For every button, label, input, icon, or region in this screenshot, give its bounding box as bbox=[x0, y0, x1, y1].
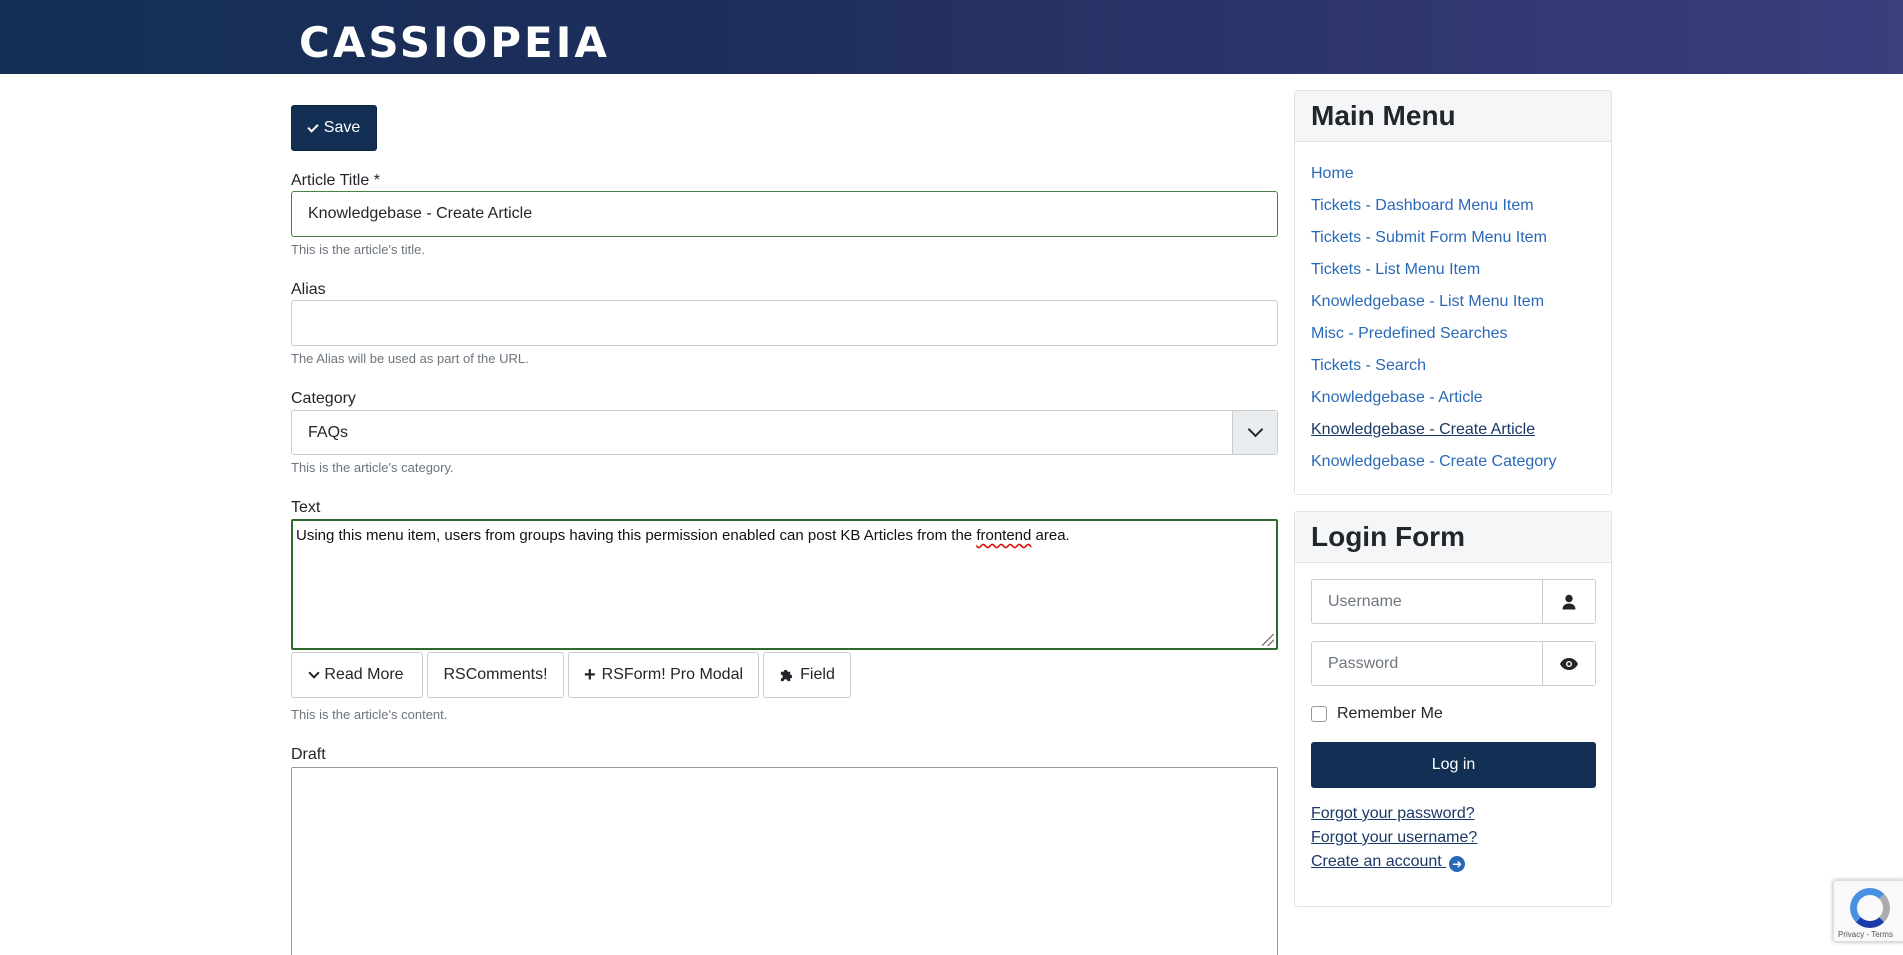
menu-link-tickets-list[interactable]: Tickets - List Menu Item bbox=[1311, 261, 1480, 279]
create-account-link[interactable]: Create an account ➜ bbox=[1311, 853, 1466, 872]
puzzle-icon bbox=[781, 669, 793, 681]
title-input-value: Knowledgebase - Create Article bbox=[308, 205, 533, 222]
main-menu-list: Home Tickets - Dashboard Menu Item Ticke… bbox=[1295, 142, 1611, 478]
login-form-card: Login Form Username Password Remember Me… bbox=[1294, 511, 1612, 907]
alias-label: Alias bbox=[291, 281, 326, 298]
menu-item: Knowledgebase - Create Article bbox=[1311, 414, 1595, 446]
forgot-username-link[interactable]: Forgot your username? bbox=[1311, 829, 1477, 847]
username-field[interactable]: Username bbox=[1311, 579, 1596, 624]
save-button[interactable]: Save bbox=[291, 105, 377, 151]
field-label: Field bbox=[800, 666, 835, 683]
username-addon bbox=[1542, 580, 1595, 623]
menu-item: Tickets - Submit Form Menu Item bbox=[1311, 222, 1595, 254]
plus-icon: + bbox=[583, 664, 596, 686]
text-editor[interactable]: Using this menu item, users from groups … bbox=[291, 519, 1278, 650]
password-field[interactable]: Password bbox=[1311, 641, 1596, 686]
main-menu-card: Main Menu Home Tickets - Dashboard Menu … bbox=[1294, 90, 1612, 495]
chevron-down-icon bbox=[308, 667, 321, 679]
menu-link-kb-list[interactable]: Knowledgebase - List Menu Item bbox=[1311, 293, 1544, 311]
create-account-label: Create an account bbox=[1311, 853, 1442, 870]
resize-handle[interactable] bbox=[1262, 634, 1274, 646]
rsform-modal-button[interactable]: + RSForm! Pro Modal bbox=[568, 652, 759, 698]
menu-link-kb-create-article[interactable]: Knowledgebase - Create Article bbox=[1311, 421, 1535, 439]
recaptcha-icon bbox=[1850, 888, 1890, 928]
recaptcha-badge[interactable]: Privacy - Terms bbox=[1833, 880, 1903, 942]
menu-item: Tickets - List Menu Item bbox=[1311, 254, 1595, 286]
save-button-label: Save bbox=[323, 119, 361, 136]
draft-label: Draft bbox=[291, 746, 326, 763]
login-button[interactable]: Log in bbox=[1311, 742, 1596, 788]
check-icon bbox=[307, 120, 319, 133]
remember-me-checkbox[interactable] bbox=[1311, 706, 1327, 722]
forgot-password-link[interactable]: Forgot your password? bbox=[1311, 805, 1475, 823]
title-input[interactable]: Knowledgebase - Create Article bbox=[291, 191, 1278, 237]
site-header: CASSIOPEIA bbox=[0, 0, 1903, 74]
draft-textarea[interactable] bbox=[291, 767, 1278, 955]
eye-icon bbox=[1560, 657, 1578, 670]
recaptcha-footer: Privacy - Terms bbox=[1838, 930, 1893, 939]
text-label: Text bbox=[291, 499, 321, 516]
field-button[interactable]: Field bbox=[763, 652, 851, 698]
category-label: Category bbox=[291, 390, 356, 407]
arrow-right-circle-icon: ➜ bbox=[1449, 856, 1466, 872]
read-more-button[interactable]: Read More bbox=[291, 652, 423, 698]
text-hint: This is the article's content. bbox=[291, 707, 448, 722]
menu-item: Knowledgebase - List Menu Item bbox=[1311, 286, 1595, 318]
site-brand[interactable]: CASSIOPEIA bbox=[299, 18, 610, 67]
menu-item: Tickets - Dashboard Menu Item bbox=[1311, 190, 1595, 222]
rscomments-button[interactable]: RSComments! bbox=[427, 652, 564, 698]
menu-link-misc-searches[interactable]: Misc - Predefined Searches bbox=[1311, 325, 1508, 343]
show-password-button[interactable] bbox=[1542, 642, 1595, 685]
category-select[interactable]: FAQs bbox=[291, 410, 1278, 455]
password-input[interactable]: Password bbox=[1312, 642, 1542, 685]
text-editor-content: Using this menu item, users from groups … bbox=[296, 527, 1070, 544]
username-input[interactable]: Username bbox=[1312, 580, 1542, 623]
menu-item: Tickets - Search bbox=[1311, 350, 1595, 382]
login-form-title: Login Form bbox=[1295, 512, 1611, 563]
rsform-label: RSForm! Pro Modal bbox=[601, 666, 744, 683]
menu-link-kb-article[interactable]: Knowledgebase - Article bbox=[1311, 389, 1483, 407]
alias-input[interactable] bbox=[291, 300, 1278, 346]
category-select-value: FAQs bbox=[308, 423, 349, 441]
menu-item: Knowledgebase - Article bbox=[1311, 382, 1595, 414]
menu-link-home[interactable]: Home bbox=[1311, 165, 1354, 183]
menu-item: Knowledgebase - Create Category bbox=[1311, 446, 1595, 478]
user-icon bbox=[1562, 594, 1576, 609]
title-label: Article Title * bbox=[291, 172, 380, 189]
read-more-label: Read More bbox=[324, 666, 404, 683]
alias-hint: The Alias will be used as part of the UR… bbox=[291, 351, 529, 366]
text-after: area. bbox=[1031, 527, 1070, 544]
menu-link-kb-create-category[interactable]: Knowledgebase - Create Category bbox=[1311, 453, 1556, 471]
menu-link-tickets-dashboard[interactable]: Tickets - Dashboard Menu Item bbox=[1311, 197, 1534, 215]
text-before: Using this menu item, users from groups … bbox=[296, 527, 977, 544]
category-hint: This is the article's category. bbox=[291, 460, 454, 475]
main-menu-title: Main Menu bbox=[1295, 91, 1611, 142]
category-caret[interactable] bbox=[1232, 411, 1277, 454]
rscomments-label: RSComments! bbox=[443, 666, 548, 683]
menu-item: Misc - Predefined Searches bbox=[1311, 318, 1595, 350]
menu-link-tickets-submit-form[interactable]: Tickets - Submit Form Menu Item bbox=[1311, 229, 1547, 247]
menu-item: Home bbox=[1311, 158, 1595, 190]
remember-me: Remember Me bbox=[1311, 705, 1443, 723]
text-misspelled-word: frontend bbox=[976, 527, 1032, 544]
menu-link-tickets-search[interactable]: Tickets - Search bbox=[1311, 357, 1426, 375]
title-hint: This is the article's title. bbox=[291, 242, 425, 257]
remember-me-label: Remember Me bbox=[1337, 705, 1443, 722]
chevron-down-icon bbox=[1247, 421, 1263, 438]
